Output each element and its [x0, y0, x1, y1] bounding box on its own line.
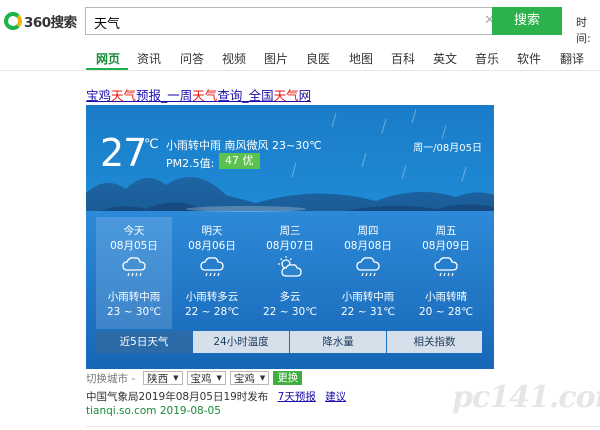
- title-part: 网: [298, 88, 312, 103]
- search-button[interactable]: 搜索: [492, 7, 562, 35]
- tab-video[interactable]: 视频: [222, 50, 246, 67]
- city-selector: 切换城市 - 陕西 ▼ 宝鸡 ▼ 宝鸡 ▼ 更换: [86, 371, 303, 385]
- day-weather: 小雨转晴: [425, 291, 467, 303]
- tab-doctor[interactable]: 良医: [306, 50, 330, 67]
- day-temp-range: 22 ~ 28℃: [185, 306, 239, 318]
- tab-music[interactable]: 音乐: [475, 50, 499, 67]
- rain-cloud-icon: [434, 257, 458, 277]
- title-part: 预报_一周: [136, 88, 193, 103]
- tab-english[interactable]: 英文: [433, 50, 457, 67]
- sun-cloud-icon: [278, 256, 302, 277]
- search-input[interactable]: 天气 ✕: [85, 7, 508, 35]
- day-date: 08月06日: [188, 240, 236, 252]
- forecast-list: 今天 08月05日 小雨转中雨 23 ~ 30℃ 明天 08月06日 小雨转多云…: [96, 217, 482, 329]
- day-date: 08月09日: [422, 240, 470, 252]
- logo[interactable]: 360搜索: [4, 10, 77, 32]
- feedback-link[interactable]: 建议: [325, 391, 346, 403]
- rain-cloud-icon: [200, 257, 224, 277]
- tab-software[interactable]: 软件: [517, 50, 541, 67]
- city-value: 宝鸡: [190, 372, 212, 385]
- active-tab-indicator: [86, 68, 128, 70]
- tab-news[interactable]: 资讯: [137, 50, 161, 67]
- source-line: 中国气象局2019年08月05日19时发布 7天预报 建议: [86, 389, 346, 404]
- header: 360搜索 天气 ✕ 搜索 时间:: [0, 0, 600, 45]
- logo-text: 360搜索: [24, 15, 77, 31]
- day-weather: 多云: [279, 291, 301, 303]
- search-query: 天气: [94, 17, 121, 32]
- temperature-unit: ℃: [144, 137, 159, 152]
- province-select[interactable]: 陕西 ▼: [143, 371, 183, 385]
- city-selector-label: 切换城市 -: [86, 372, 136, 385]
- chevron-down-icon: ▼: [259, 374, 266, 382]
- current-weather-desc: 小雨转中雨 南风微风 23~30℃: [166, 139, 322, 152]
- day-temp-range: 23 ~ 30℃: [107, 306, 161, 318]
- forecast-day[interactable]: 周三 08月07日 多云 22 ~ 30℃: [252, 217, 328, 329]
- district-value: 宝鸡: [233, 372, 255, 385]
- title-part-highlight: 天气: [111, 88, 137, 103]
- forecast-day[interactable]: 今天 08月05日 小雨转中雨 23 ~ 30℃: [96, 217, 172, 329]
- watermark: pc141.com: [452, 380, 600, 415]
- search-tabs: 网页 资讯 问答 视频 图片 良医 地图 百科 英文 音乐 软件 翻译: [0, 44, 600, 71]
- source-text: 中国气象局2019年08月05日19时发布: [86, 391, 269, 403]
- 7day-forecast-link[interactable]: 7天预报: [278, 391, 316, 403]
- result-title-link[interactable]: 宝鸡天气预报_一周天气查询_全国天气网: [86, 85, 311, 104]
- chevron-down-icon: ▼: [173, 374, 179, 382]
- day-name: 周四: [357, 225, 379, 237]
- tab-translate[interactable]: 翻译: [560, 50, 584, 67]
- time-filter[interactable]: 时间:: [576, 14, 600, 46]
- title-part: 查询_全国: [217, 88, 274, 103]
- pm25-badge: 47 优: [219, 153, 260, 169]
- tab-5day-forecast[interactable]: 近5日天气: [96, 331, 192, 353]
- current-temperature: 27: [100, 131, 147, 175]
- result-url: tianqi.so.com 2019-08-05: [86, 405, 221, 417]
- forecast-day[interactable]: 周四 08月08日 小雨转中雨 22 ~ 31℃: [330, 217, 406, 329]
- logo-ring-icon: [4, 12, 22, 30]
- title-part-highlight: 天气: [273, 88, 299, 103]
- day-date: 08月05日: [110, 240, 158, 252]
- tab-web[interactable]: 网页: [96, 50, 120, 67]
- tab-24h-temperature[interactable]: 24小时温度: [193, 331, 289, 353]
- current-date: 周一/08月05日: [413, 143, 482, 154]
- title-part-highlight: 天气: [192, 88, 218, 103]
- day-name: 周五: [435, 225, 457, 237]
- day-weather: 小雨转中雨: [107, 291, 161, 303]
- day-temp-range: 22 ~ 30℃: [263, 306, 317, 318]
- day-weather: 小雨转多云: [185, 291, 239, 303]
- forecast-day[interactable]: 明天 08月06日 小雨转多云 22 ~ 28℃: [174, 217, 250, 329]
- city-select[interactable]: 宝鸡 ▼: [186, 371, 226, 385]
- day-date: 08月07日: [266, 240, 314, 252]
- chevron-down-icon: ▼: [216, 374, 222, 382]
- tab-precipitation[interactable]: 降水量: [290, 331, 386, 353]
- day-weather: 小雨转中雨: [341, 291, 395, 303]
- weather-tabs: 近5日天气 24小时温度 降水量 相关指数: [96, 331, 482, 353]
- weather-widget: 27 ℃ 小雨转中雨 南风微风 23~30℃ PM2.5值: 47 优 周一/0…: [86, 105, 494, 369]
- tab-related-index[interactable]: 相关指数: [387, 331, 482, 353]
- divider: [86, 426, 600, 427]
- rain-cloud-icon: [356, 257, 380, 277]
- day-date: 08月08日: [344, 240, 392, 252]
- forecast-day[interactable]: 周五 08月09日 小雨转晴 20 ~ 28℃: [408, 217, 484, 329]
- day-temp-range: 20 ~ 28℃: [419, 306, 473, 318]
- pm25-label: PM2.5值:: [166, 157, 215, 170]
- province-value: 陕西: [147, 372, 169, 385]
- day-name: 周三: [279, 225, 301, 237]
- day-name: 明天: [201, 225, 223, 237]
- tab-qa[interactable]: 问答: [180, 50, 204, 67]
- day-name: 今天: [123, 225, 145, 237]
- district-select[interactable]: 宝鸡 ▼: [229, 371, 270, 385]
- change-city-button[interactable]: 更换: [273, 371, 303, 385]
- title-part: 宝鸡: [86, 88, 112, 103]
- tab-images[interactable]: 图片: [264, 50, 288, 67]
- rain-cloud-icon: [122, 257, 146, 277]
- day-temp-range: 22 ~ 31℃: [341, 306, 395, 318]
- tab-map[interactable]: 地图: [349, 50, 373, 67]
- tab-baike[interactable]: 百科: [391, 50, 415, 67]
